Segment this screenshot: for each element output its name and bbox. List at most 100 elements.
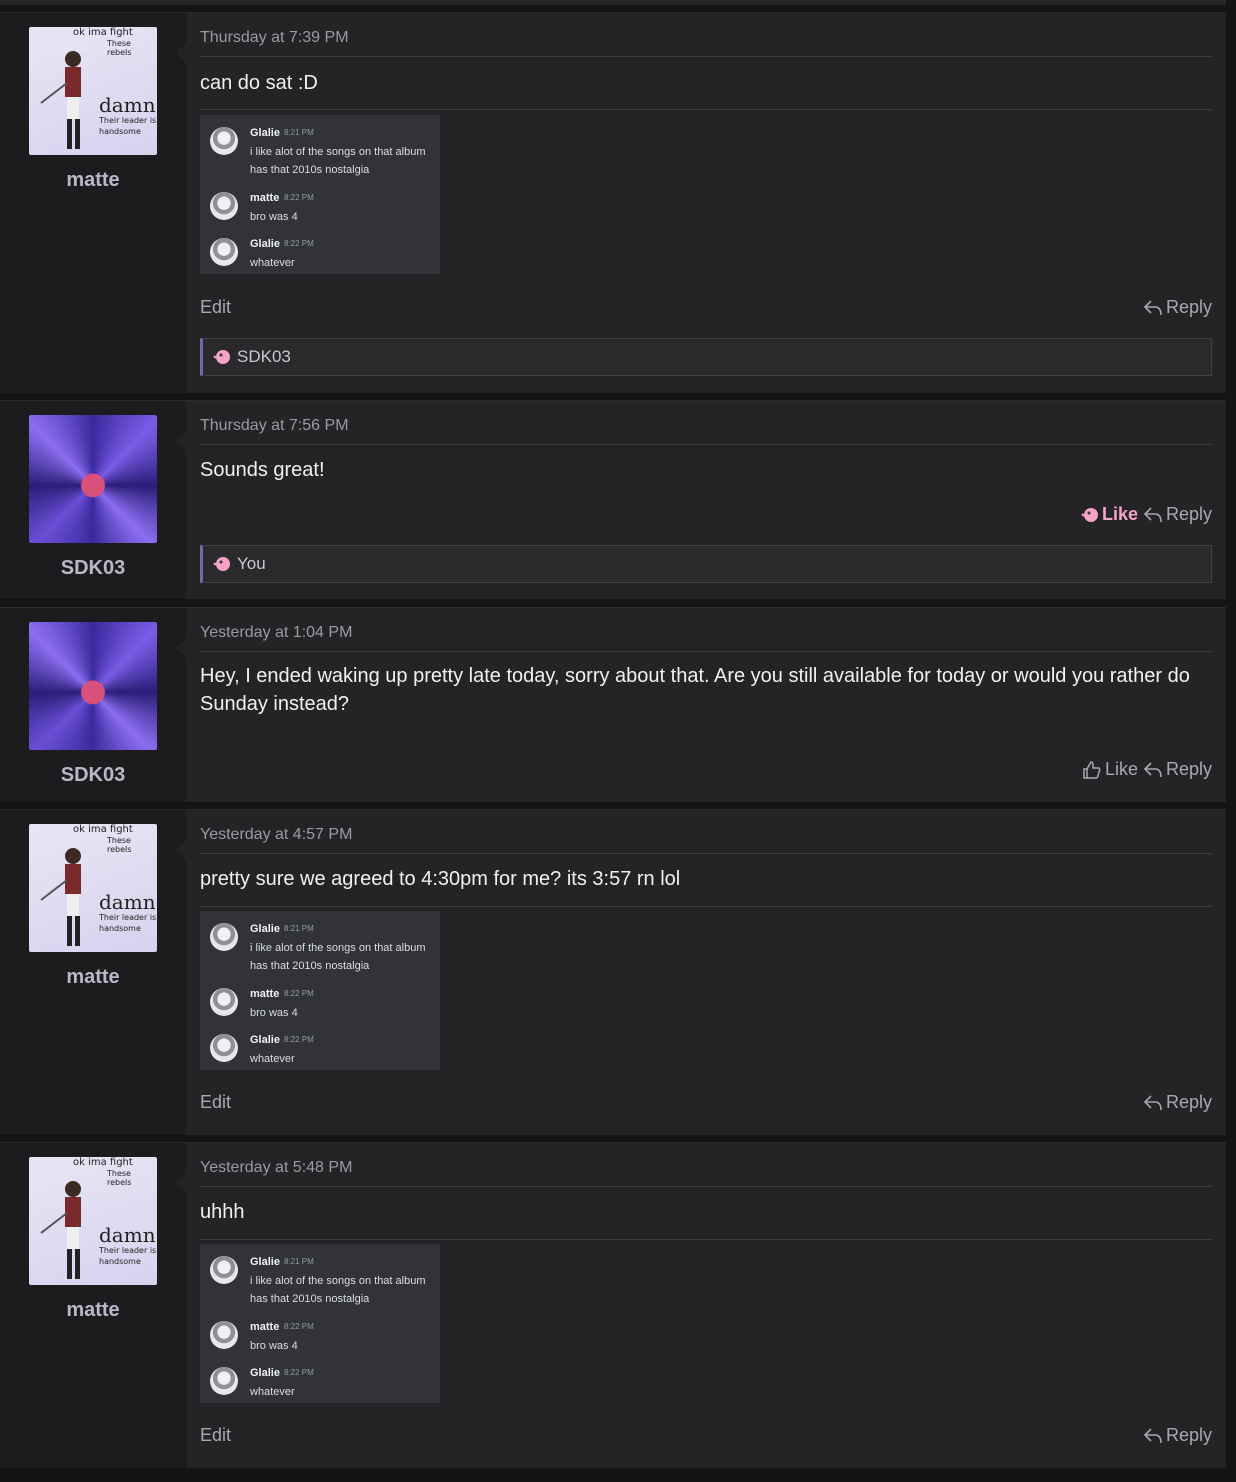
post: ok ima fight These rebels damn Their lea…	[0, 1142, 1226, 1468]
username[interactable]: matte	[0, 169, 186, 192]
post-pointer	[176, 638, 186, 658]
reaction-icon	[1081, 507, 1098, 522]
post-timestamp[interactable]: Yesterday at 1:04 PM	[200, 624, 1212, 652]
avatar-caption: ok ima fight	[73, 824, 133, 835]
username[interactable]: matte	[0, 1299, 186, 1322]
avatar-caption: Their leader is handsome	[99, 116, 157, 136]
like-label: Like	[1101, 504, 1138, 524]
embed-text: whatever	[250, 257, 295, 269]
post-user-column: ok ima fight These rebels damn Their lea…	[0, 1143, 186, 1468]
reply-label: Reply	[1165, 1425, 1212, 1445]
post-timestamp[interactable]: Yesterday at 4:57 PM	[200, 826, 1212, 854]
post-user-column: SDK03	[0, 608, 186, 802]
embed-author: matte	[250, 988, 280, 1000]
embed-text: whatever	[250, 1386, 295, 1398]
username[interactable]: matte	[0, 966, 186, 989]
post-message: Hey, I ended waking up pretty late today…	[200, 665, 1190, 715]
divider	[200, 1239, 1212, 1240]
avatar-caption: These rebels	[107, 1169, 132, 1187]
post-pointer	[176, 43, 186, 63]
likes-text[interactable]: You	[237, 554, 266, 574]
post: ok ima fight These rebels damn Their lea…	[0, 12, 1226, 393]
post-message: Sounds great!	[200, 459, 325, 481]
edit-link[interactable]: Edit	[200, 1092, 231, 1113]
reply-label: Reply	[1165, 297, 1212, 317]
reply-button[interactable]: Reply	[1143, 759, 1212, 780]
embed-time: 8:21 PM	[284, 128, 314, 137]
reply-button[interactable]: Reply	[1143, 504, 1212, 525]
post-body: Yesterday at 1:04 PM Hey, I ended waking…	[186, 608, 1226, 802]
embed-text: i like alot of the songs on that album h…	[250, 942, 426, 972]
divider	[200, 906, 1212, 907]
reply-button[interactable]: Reply	[1143, 1425, 1212, 1446]
embed-avatar	[210, 1034, 238, 1062]
character-illustration	[40, 51, 81, 149]
like-button[interactable]: Like	[1082, 759, 1138, 780]
post-body: Thursday at 7:39 PM can do sat :D Glalie…	[186, 13, 1226, 393]
avatar-caption: damn	[99, 890, 156, 914]
user-avatar[interactable]: ok ima fight These rebels damn Their lea…	[29, 27, 157, 155]
embed-time: 8:22 PM	[284, 239, 314, 248]
reply-icon	[1143, 1427, 1162, 1443]
divider	[200, 109, 1212, 110]
post-message: can do sat :D	[200, 72, 318, 94]
username[interactable]: SDK03	[0, 764, 186, 787]
embed-author: Glalie	[250, 238, 280, 250]
user-avatar[interactable]	[29, 415, 157, 543]
post-body: Yesterday at 4:57 PM pretty sure we agre…	[186, 810, 1226, 1135]
likes-bar[interactable]: You	[200, 545, 1212, 583]
character-illustration	[40, 1181, 81, 1279]
embed-avatar	[210, 1321, 238, 1349]
embed-avatar	[210, 923, 238, 951]
reaction-icon	[213, 350, 230, 364]
post-timestamp[interactable]: Thursday at 7:56 PM	[200, 417, 1212, 445]
reply-icon	[1143, 761, 1162, 777]
user-avatar[interactable]	[29, 622, 157, 750]
post: SDK03 Thursday at 7:56 PM Sounds great! …	[0, 400, 1226, 599]
avatar-caption: ok ima fight	[73, 1157, 133, 1168]
embed-time: 8:22 PM	[284, 989, 314, 998]
reply-button[interactable]: Reply	[1143, 1092, 1212, 1113]
character-illustration	[40, 848, 81, 946]
embedded-screenshot[interactable]: Glalie 8:21 PM i like alot of the songs …	[200, 911, 440, 1070]
post-timestamp[interactable]: Yesterday at 5:48 PM	[200, 1159, 1212, 1187]
reply-button[interactable]: Reply	[1143, 297, 1212, 318]
post-user-column: ok ima fight These rebels damn Their lea…	[0, 13, 186, 393]
post-body: Thursday at 7:56 PM Sounds great! Like R…	[186, 401, 1226, 599]
embed-time: 8:21 PM	[284, 1257, 314, 1266]
edit-link[interactable]: Edit	[200, 1425, 231, 1446]
post: SDK03 Yesterday at 1:04 PM Hey, I ended …	[0, 607, 1226, 802]
embed-time: 8:22 PM	[284, 1368, 314, 1377]
username[interactable]: SDK03	[0, 557, 186, 580]
embed-text: i like alot of the songs on that album h…	[250, 146, 426, 176]
likes-text[interactable]: SDK03	[237, 347, 291, 367]
like-button[interactable]: Like	[1081, 504, 1138, 525]
embed-author: matte	[250, 192, 280, 204]
like-label: Like	[1104, 759, 1138, 779]
embedded-screenshot[interactable]: Glalie 8:21 PM i like alot of the songs …	[200, 115, 440, 274]
reply-label: Reply	[1165, 759, 1212, 779]
edit-link[interactable]: Edit	[200, 297, 231, 318]
embed-text: i like alot of the songs on that album h…	[250, 1275, 426, 1305]
embed-time: 8:22 PM	[284, 193, 314, 202]
post-pointer	[176, 431, 186, 451]
reply-label: Reply	[1165, 1092, 1212, 1112]
embed-text: bro was 4	[250, 1007, 298, 1019]
likes-bar[interactable]: SDK03	[200, 338, 1212, 376]
avatar-caption: Their leader is handsome	[99, 913, 157, 933]
embed-author: Glalie	[250, 127, 280, 139]
embed-time: 8:22 PM	[284, 1035, 314, 1044]
reply-label: Reply	[1165, 504, 1212, 524]
embedded-screenshot[interactable]: Glalie 8:21 PM i like alot of the songs …	[200, 1244, 440, 1403]
user-avatar[interactable]: ok ima fight These rebels damn Their lea…	[29, 1157, 157, 1285]
embed-author: Glalie	[250, 923, 280, 935]
post-pointer	[176, 840, 186, 860]
post-message: uhhh	[200, 1201, 245, 1223]
embed-time: 8:22 PM	[284, 1322, 314, 1331]
embed-author: Glalie	[250, 1256, 280, 1268]
user-avatar[interactable]: ok ima fight These rebels damn Their lea…	[29, 824, 157, 952]
post-timestamp[interactable]: Thursday at 7:39 PM	[200, 29, 1212, 57]
reply-icon	[1143, 1094, 1162, 1110]
avatar-caption: damn	[99, 93, 156, 117]
reply-icon	[1143, 299, 1162, 315]
